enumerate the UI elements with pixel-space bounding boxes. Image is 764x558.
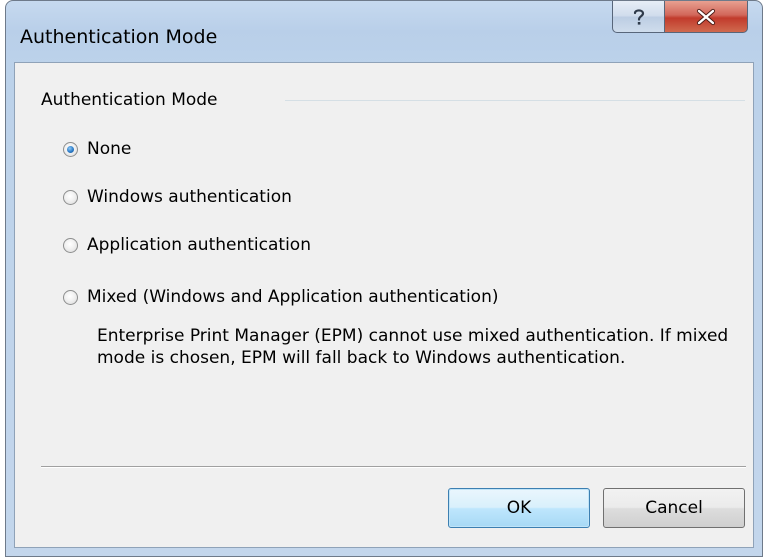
- radio-windows[interactable]: [63, 189, 78, 205]
- radio-none[interactable]: [63, 141, 78, 157]
- ok-button[interactable]: OK: [448, 488, 590, 528]
- button-separator: [41, 466, 746, 468]
- radio-none-label[interactable]: None: [87, 138, 131, 160]
- window-title: Authentication Mode: [20, 26, 218, 48]
- close-icon: [696, 8, 716, 25]
- radio-application-label[interactable]: Application authentication: [87, 234, 311, 256]
- radio-mixed-label[interactable]: Mixed (Windows and Application authentic…: [87, 286, 499, 308]
- dialog-body: Authentication Mode None Windows authent…: [14, 62, 754, 548]
- radio-windows-label[interactable]: Windows authentication: [87, 186, 292, 208]
- radio-option-windows[interactable]: Windows authentication: [63, 185, 292, 209]
- help-icon: [633, 8, 644, 25]
- help-button[interactable]: [612, 1, 664, 33]
- radio-option-none[interactable]: None: [63, 137, 131, 161]
- radio-mixed[interactable]: [63, 289, 78, 305]
- radio-application[interactable]: [63, 237, 78, 253]
- radio-option-application[interactable]: Application authentication: [63, 233, 311, 257]
- cancel-button[interactable]: Cancel: [603, 488, 745, 528]
- authentication-mode-dialog: Authentication Mode Authentication Mode …: [5, 0, 763, 557]
- group-title: Authentication Mode: [41, 89, 226, 111]
- radio-option-mixed[interactable]: Mixed (Windows and Application authentic…: [63, 285, 499, 309]
- group-divider: [285, 100, 745, 101]
- mixed-mode-note: Enterprise Print Manager (EPM) cannot us…: [97, 326, 729, 368]
- close-button[interactable]: [664, 1, 748, 33]
